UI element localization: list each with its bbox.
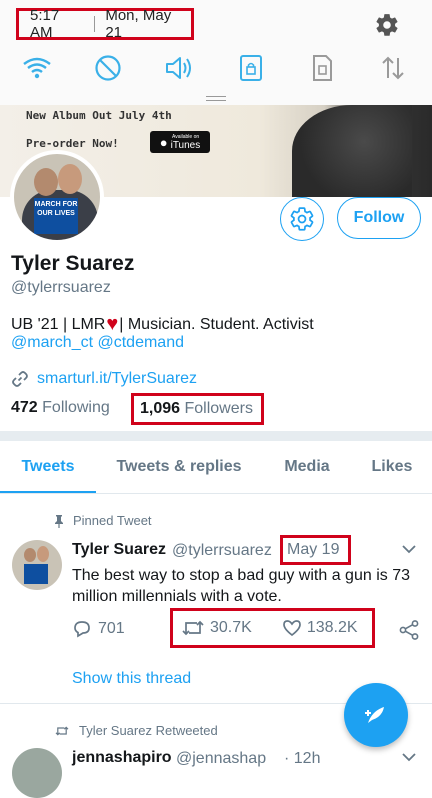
quick-settings-panel: 5:17 AM Mon, May 21 xyxy=(0,0,432,105)
avatar[interactable]: MARCH FOR OUR LIVES xyxy=(10,150,104,244)
engagement-actions: 30.7K 138.2K xyxy=(170,608,375,648)
compose-tweet-button[interactable] xyxy=(344,683,408,747)
gear-icon[interactable] xyxy=(374,12,400,38)
retweet-count: 30.7K xyxy=(210,619,252,636)
bio-part1: UB '21 | LMR xyxy=(11,315,106,333)
wifi-icon[interactable] xyxy=(20,52,54,84)
itunes-badge-label: iTunes xyxy=(170,139,201,151)
itunes-badge-small: Available on xyxy=(172,134,200,140)
heart-icon: ♥ xyxy=(106,313,119,335)
tab-media[interactable]: Media xyxy=(262,441,352,493)
retweet-icon xyxy=(55,726,69,735)
tweet-handle: @tylerrsuarez xyxy=(172,542,272,559)
retweeted-label-text: Tyler Suarez Retweeted xyxy=(79,723,218,738)
tab-tweets[interactable]: Tweets xyxy=(0,441,96,493)
link-icon xyxy=(12,371,28,387)
reply-action[interactable]: 701 xyxy=(72,619,125,639)
bio-part2: | Musician. Student. Activist xyxy=(119,315,314,333)
tweet-time: · 12h xyxy=(284,750,321,767)
tweet-author[interactable]: Tyler Suarez xyxy=(72,541,166,559)
retweet-action[interactable]: 30.7K xyxy=(181,618,252,638)
itunes-badge: ● Available on iTunes xyxy=(150,131,210,153)
heart-icon xyxy=(282,620,301,637)
sim-icon[interactable] xyxy=(305,52,339,84)
avatar-face xyxy=(34,168,58,196)
retweeted-label: Tyler Suarez Retweeted xyxy=(54,723,218,738)
profile-link-text[interactable]: smarturl.it/TylerSuarez xyxy=(37,370,197,388)
section-divider xyxy=(0,431,432,441)
profile-settings-button[interactable] xyxy=(280,197,324,241)
profile-bio: UB '21 | LMR ♥ | Musician. Student. Acti… xyxy=(11,313,314,336)
followers-count[interactable]: 1,096 Followers xyxy=(131,393,264,425)
pinned-label-text: Pinned Tweet xyxy=(73,513,152,528)
reply-count: 701 xyxy=(98,620,125,637)
tweet-text: The best way to stop a bad guy with a gu… xyxy=(72,567,410,605)
profile-name: Tyler Suarez xyxy=(11,252,135,275)
banner-line1: New Album Out July 4th xyxy=(26,109,172,122)
status-time-date: 5:17 AM Mon, May 21 xyxy=(16,7,194,41)
chevron-down-icon[interactable] xyxy=(401,749,417,765)
gear-icon xyxy=(290,207,314,231)
following-label: Following xyxy=(42,399,110,416)
pin-icon xyxy=(55,514,63,528)
show-thread-link[interactable]: Show this thread xyxy=(72,670,191,688)
tweet-date-text: May 19 xyxy=(287,541,340,558)
chevron-down-icon[interactable] xyxy=(401,541,417,557)
panel-drag-handle[interactable] xyxy=(206,96,226,101)
bio-mentions[interactable]: @march_ct @ctdemand xyxy=(11,334,184,352)
tab-likes[interactable]: Likes xyxy=(352,441,432,493)
tweet-author[interactable]: jennashapiro xyxy=(72,749,172,767)
status-time: 5:17 AM xyxy=(30,7,60,41)
avatar-face xyxy=(58,164,82,194)
following-number: 472 xyxy=(11,399,38,416)
profile-link[interactable]: smarturl.it/TylerSuarez xyxy=(11,370,197,388)
retweet-icon xyxy=(182,620,204,636)
tweet-handle: @jennashap xyxy=(176,750,267,767)
like-count: 138.2K xyxy=(306,619,358,636)
profile-tabs: Tweets Tweets & replies Media Likes xyxy=(0,441,432,494)
tweet-date: May 19 xyxy=(280,535,351,565)
volume-icon[interactable] xyxy=(162,52,196,84)
share-icon[interactable] xyxy=(398,619,420,641)
tab-tweets-replies[interactable]: Tweets & replies xyxy=(96,441,262,493)
followers-label: Followers xyxy=(184,400,253,417)
banner-photo xyxy=(292,105,412,197)
avatar-sign: MARCH FOR OUR LIVES xyxy=(34,198,78,234)
data-transfer-icon[interactable] xyxy=(376,52,410,84)
divider xyxy=(94,16,96,32)
tweet-avatar[interactable] xyxy=(12,540,62,590)
do-not-disturb-icon[interactable] xyxy=(91,52,125,84)
follow-button[interactable]: Follow xyxy=(337,197,421,239)
tweet-avatar[interactable] xyxy=(12,748,62,798)
pinned-label: Pinned Tweet xyxy=(54,513,152,528)
followers-number: 1,096 xyxy=(140,400,181,417)
profile-handle: @tylerrsuarez xyxy=(11,279,111,296)
following-count[interactable]: 472 Following xyxy=(11,399,110,417)
like-action[interactable]: 138.2K xyxy=(282,619,358,637)
reply-icon xyxy=(74,621,90,638)
lock-rotation-icon[interactable] xyxy=(234,52,268,84)
banner-line2: Pre-order Now! xyxy=(26,137,119,150)
status-date: Mon, May 21 xyxy=(105,7,172,41)
quick-settings-icons xyxy=(20,52,410,84)
apple-icon: ● xyxy=(159,134,168,150)
compose-icon xyxy=(365,707,384,723)
